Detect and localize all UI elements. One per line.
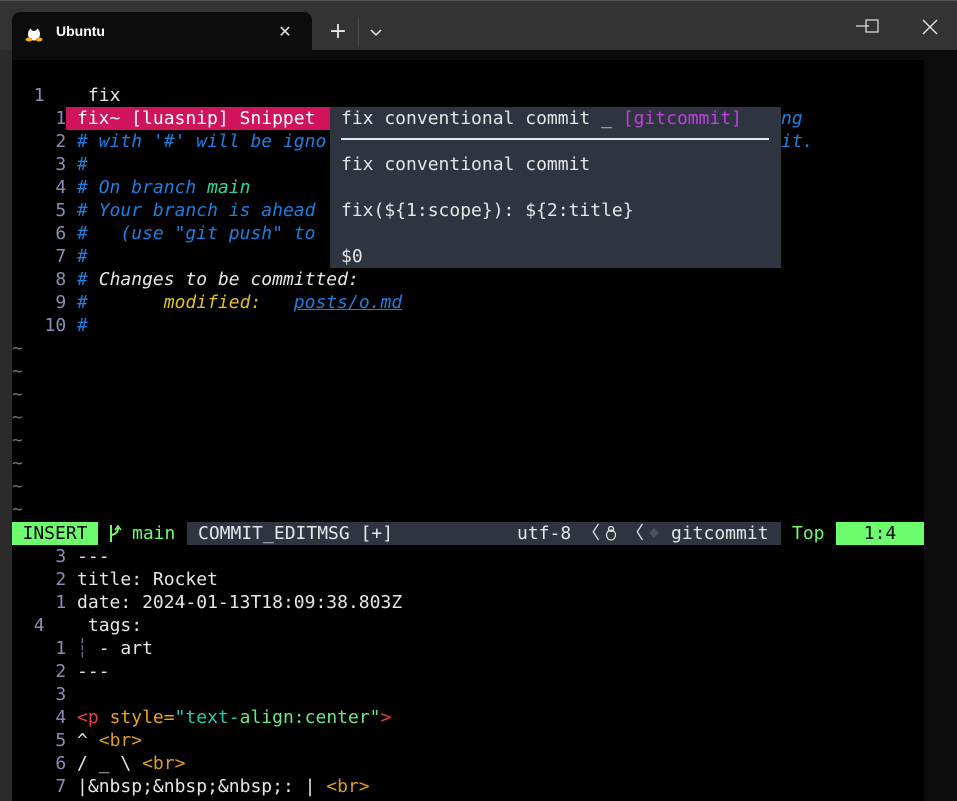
doc-end: $0 <box>341 246 363 267</box>
editor-line: 3 --- <box>55 546 110 567</box>
editor-line: 9 # modified: posts/o.md <box>55 292 403 313</box>
editor-line: 3 <box>55 684 67 705</box>
line-number <box>12 85 34 106</box>
editor-line: 5 # Your branch is ahead <box>55 200 316 221</box>
tab-close-icon[interactable]: ✕ <box>274 21 296 43</box>
chevron-left-icon: 〈 <box>582 523 600 544</box>
tab-title: Ubuntu <box>56 23 105 39</box>
editor-line: 2 # with '#' will be igno <box>55 131 327 152</box>
git-diamond-icon <box>649 528 659 538</box>
completion-documentation: fix conventional commit _ [gitcommit] fi… <box>330 107 781 268</box>
line-tail: ng <box>781 108 803 129</box>
mode-indicator: INSERT <box>12 522 98 545</box>
tab-separator <box>358 17 359 47</box>
editor-line: 7 # <box>55 246 88 267</box>
editor-line: 2 title: Rocket <box>55 569 218 590</box>
editor-line: 4 # On branch main <box>55 177 251 198</box>
editor-line: 7 |&nbsp;&nbsp;&nbsp;: | <br> <box>55 776 370 797</box>
file-path-link[interactable]: posts/o.md <box>294 292 402 313</box>
editor-line: 5 ^ <br> <box>55 730 143 751</box>
linux-penguin-icon <box>605 525 617 541</box>
file-name: COMMIT_EDITMSG [+] <box>198 523 394 544</box>
linux-penguin-icon <box>25 23 43 42</box>
statusline-file-section: COMMIT_EDITMSG [+] utf-8 〈 〈 gitcommit <box>187 522 781 545</box>
terminal-screen[interactable]: 1 fix 1 fix~ [luasnip] Snippet 2 # with … <box>12 60 924 801</box>
completion-item-selected[interactable]: fix~ [luasnip] Snippet <box>66 107 330 130</box>
doc-filetype: [gitcommit] <box>622 108 742 129</box>
empty-line-marker: ~ <box>12 338 23 359</box>
chevron-left-icon: 〈 <box>626 523 644 544</box>
new-tab-button[interactable]: + <box>326 21 350 45</box>
doc-body: fix(${1:scope}): ${2:title} <box>341 200 634 221</box>
line-text: fix <box>87 85 121 106</box>
editor-line: 6 / _ \ <br> <box>55 753 186 774</box>
branch-indicator: main <box>132 523 176 544</box>
empty-line-marker: ~ <box>12 430 23 451</box>
indent-guide: ┆ <box>77 638 88 659</box>
cursor-position: 1:4 <box>836 522 924 545</box>
empty-line-marker: ~ <box>12 407 23 428</box>
empty-line-marker: ~ <box>12 453 23 474</box>
editor-line: 1 <box>55 108 67 129</box>
line-tail: it. <box>781 131 814 152</box>
statusline: INSERT main COMMIT_EDITMSG [+] utf-8 〈 〈… <box>12 522 924 545</box>
empty-line-marker: ~ <box>12 499 23 520</box>
empty-line-marker: ~ <box>12 476 23 497</box>
chevron-down-icon[interactable] <box>366 21 386 43</box>
editor-line: 6 # (use "git push" to <box>55 223 316 244</box>
editor-line: 4 <p style="text-align:center"> <box>55 707 392 728</box>
git-branch-icon <box>110 524 122 542</box>
close-window-icon[interactable] <box>915 13 945 41</box>
empty-line-marker: ~ <box>12 384 23 405</box>
editor-line-current[interactable]: 4 tags: <box>12 614 142 637</box>
editor-line: 1 date: 2024-01-13T18:09:38.803Z <box>55 592 403 613</box>
editor-line: 2 --- <box>55 661 110 682</box>
doc-description: fix conventional commit <box>341 154 591 175</box>
tab-ubuntu[interactable]: Ubuntu ✕ <box>12 12 312 52</box>
editor-line: 1 ┆ - art <box>55 638 153 659</box>
scroll-position: Top <box>792 523 825 544</box>
line-number: 1 <box>33 85 45 106</box>
maximize-icon[interactable] <box>857 13 887 41</box>
editor-line: 10 # <box>44 315 88 336</box>
editor-line: 3 # <box>55 154 88 175</box>
doc-title: fix conventional commit _ <box>341 108 623 129</box>
doc-divider <box>341 138 769 140</box>
editor-line-current[interactable]: 1 fix <box>12 84 121 107</box>
branch-name: main <box>207 177 251 198</box>
editor-line: 8 # Changes to be committed: <box>55 269 359 290</box>
title-bar: Ubuntu ✕ + <box>0 0 957 52</box>
file-encoding: utf-8 <box>517 523 572 544</box>
file-type: gitcommit <box>671 523 769 544</box>
empty-line-marker: ~ <box>12 361 23 382</box>
